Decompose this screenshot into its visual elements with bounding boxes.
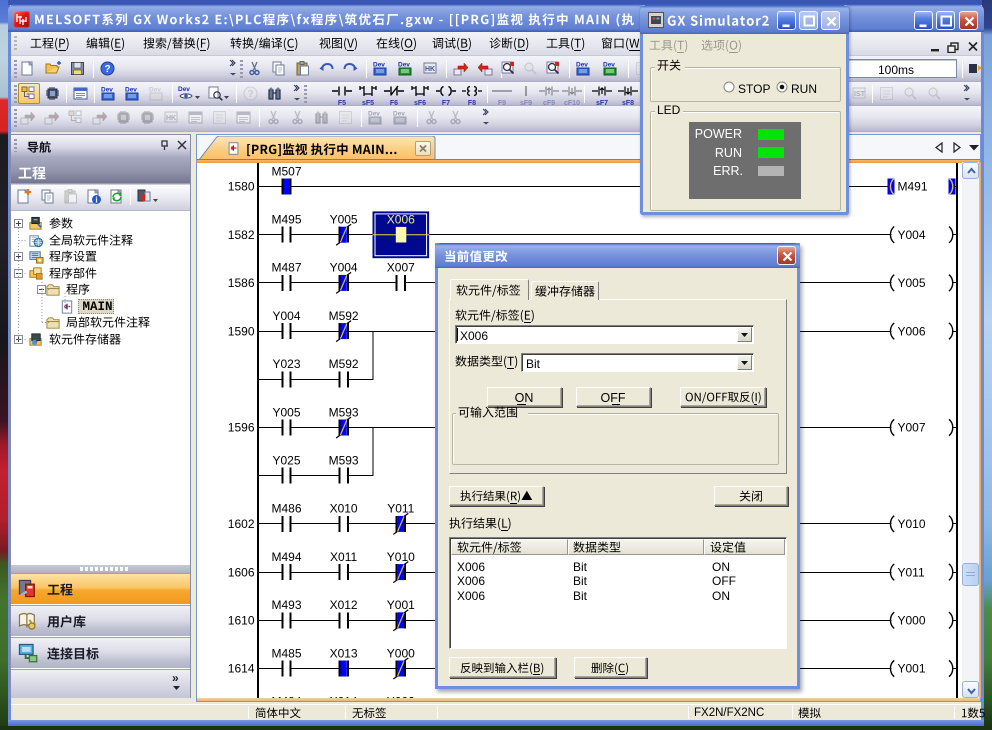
svg-text:M494: M494 [271,549,301,563]
svg-text:Y000: Y000 [387,646,415,660]
svg-text:M487: M487 [271,260,301,274]
svg-text:X012: X012 [330,598,358,612]
svg-text:1590: 1590 [228,324,255,338]
svg-text:X011: X011 [330,549,357,563]
svg-text:X007: X007 [387,260,415,274]
svg-text:Dev: Dev [393,111,405,118]
svg-text:Dev: Dev [373,62,385,69]
svg-text:Y004: Y004 [898,227,926,241]
svg-text:Dev: Dev [398,62,410,69]
svg-text:M491: M491 [898,179,928,193]
svg-text:?: ? [104,64,110,75]
svg-text:M592: M592 [329,308,359,322]
svg-text:Y007: Y007 [898,420,926,434]
svg-text:M495: M495 [271,212,301,226]
svg-text:Dev: Dev [149,87,161,94]
svg-text:1596: 1596 [228,420,255,434]
svg-text:1580: 1580 [228,179,255,193]
svg-text:?: ? [247,89,253,100]
svg-text:Dev: Dev [603,62,615,69]
svg-text:1582: 1582 [228,227,255,241]
svg-text:Dev: Dev [178,86,190,93]
svg-text:M507: M507 [271,164,301,178]
svg-text:Y002: Y002 [387,694,415,698]
svg-text:1602: 1602 [228,517,255,531]
svg-text:Y011: Y011 [387,501,414,515]
svg-text:M593: M593 [329,453,359,467]
svg-text:Y025: Y025 [272,453,300,467]
svg-text:Y004: Y004 [330,260,358,274]
svg-text:X013: X013 [330,646,358,660]
svg-text:Y010: Y010 [898,517,926,531]
svg-text:Dev: Dev [368,111,380,118]
svg-text:M486: M486 [271,501,301,515]
svg-text:Y000: Y000 [898,613,926,627]
svg-text:M592: M592 [329,357,359,371]
svg-text:1614: 1614 [228,661,255,675]
svg-text:M593: M593 [329,405,359,419]
svg-text:Y005: Y005 [272,405,300,419]
svg-text:Y006: Y006 [898,324,926,338]
svg-text:Y005: Y005 [330,212,358,226]
svg-text:Y001: Y001 [387,598,415,612]
svg-text:Y001: Y001 [898,661,926,675]
svg-text:Y010: Y010 [387,549,415,563]
svg-text:IST: IST [854,91,866,98]
svg-text:HK: HK [425,66,435,73]
svg-text:M485: M485 [271,646,301,660]
svg-text:M484: M484 [271,694,301,698]
svg-text:Y004: Y004 [272,308,300,322]
svg-text:Dev: Dev [125,87,137,94]
svg-text:Y011: Y011 [898,565,925,579]
svg-text:X014: X014 [330,694,358,698]
svg-text:Dev: Dev [576,62,588,69]
svg-text:1606: 1606 [228,565,255,579]
svg-text:X006: X006 [387,212,415,226]
svg-text:HK: HK [166,115,176,122]
svg-text:Y005: Y005 [898,276,926,290]
svg-text:X010: X010 [330,501,358,515]
svg-text:M493: M493 [271,598,301,612]
svg-text:Y023: Y023 [272,357,300,371]
svg-text:1586: 1586 [228,276,255,290]
svg-text:Dev: Dev [101,87,113,94]
svg-text:1610: 1610 [228,613,255,627]
